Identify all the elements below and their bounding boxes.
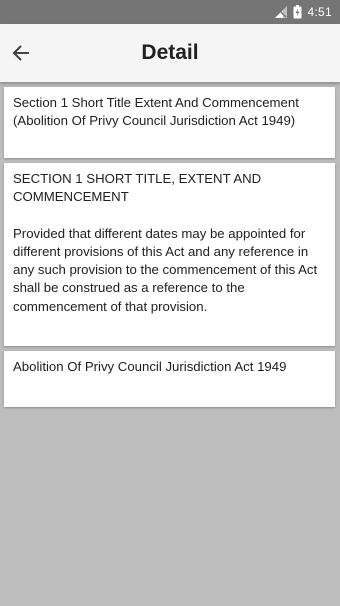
section-body: Provided that different dates may be app…: [13, 225, 318, 314]
battery-icon: [293, 5, 302, 19]
act-name-card[interactable]: Abolition Of Privy Council Jurisdiction …: [4, 351, 335, 407]
signal-icon: [274, 5, 288, 19]
section-title-card[interactable]: Section 1 Short Title Extent And Commenc…: [4, 87, 335, 158]
app-bar: Detail: [0, 24, 340, 82]
act-name-text: Abolition Of Privy Council Jurisdiction …: [13, 359, 287, 374]
section-heading: SECTION 1 SHORT TITLE, EXTENT AND COMMEN…: [13, 171, 262, 205]
status-time: 4:51: [307, 5, 332, 19]
status-bar: 4:51: [0, 0, 340, 24]
page-title: Detail: [141, 41, 199, 64]
section-title-text: Section 1 Short Title Extent And Commenc…: [13, 95, 299, 129]
section-content-card[interactable]: SECTION 1 SHORT TITLE, EXTENT AND COMMEN…: [4, 163, 335, 346]
